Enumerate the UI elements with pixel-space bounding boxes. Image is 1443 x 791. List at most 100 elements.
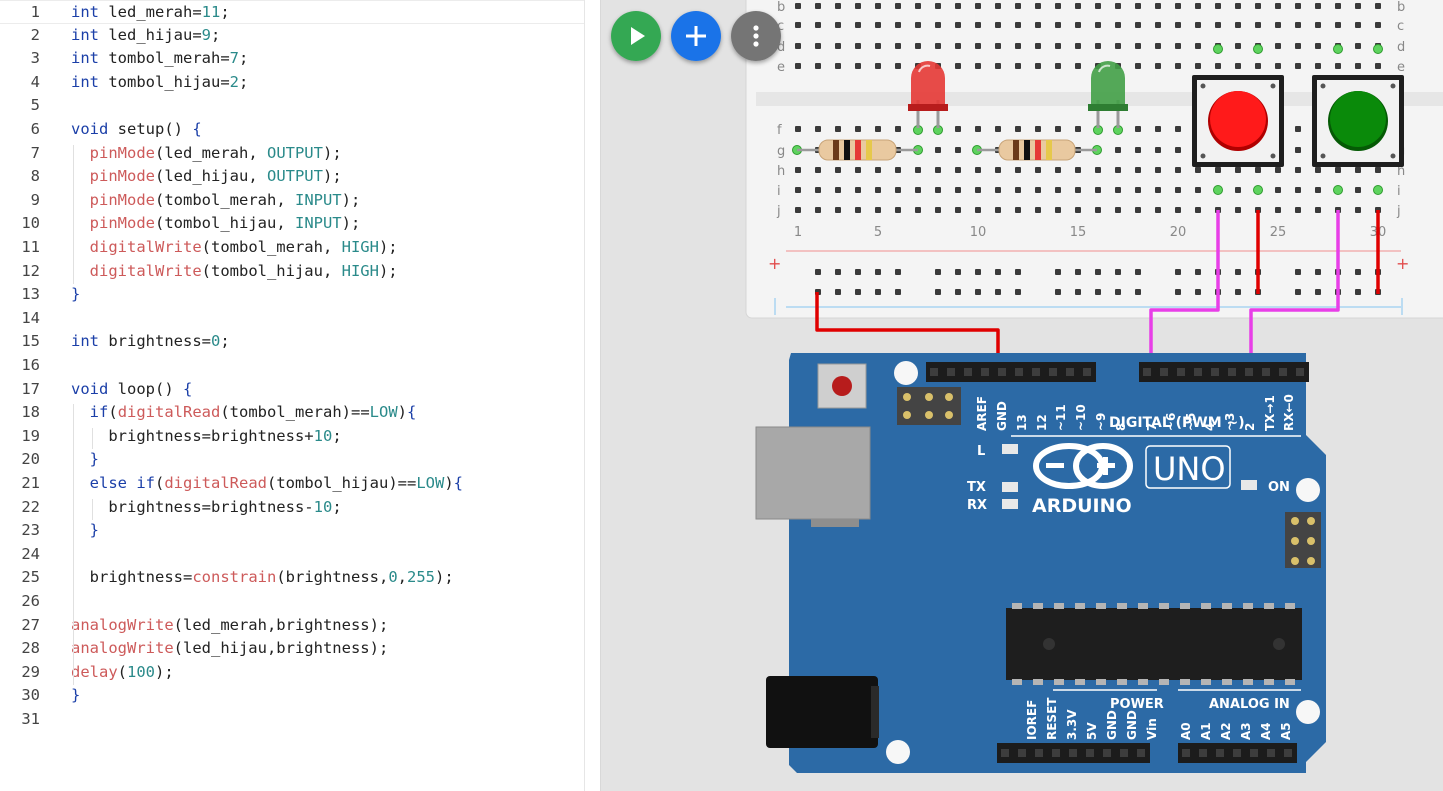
code-line[interactable]: 10 pinMode(tombol_hijau, INPUT); bbox=[0, 212, 584, 236]
code-text: if(digitalRead(tombol_merah)==LOW){ bbox=[71, 401, 417, 425]
code-line[interactable]: 8 pinMode(led_hijau, OUTPUT); bbox=[0, 165, 584, 189]
code-line[interactable]: 18 if(digitalRead(tombol_merah)==LOW){ bbox=[0, 401, 584, 425]
breadboard-hole bbox=[975, 289, 981, 295]
simulation-canvas[interactable]: ++bbccddeeffgghhiijj151015202530AREFGND1… bbox=[601, 0, 1443, 791]
code-line[interactable]: 20 } bbox=[0, 448, 584, 472]
code-line[interactable]: 21 else if(digitalRead(tombol_hijau)==LO… bbox=[0, 472, 584, 496]
code-line[interactable]: 25 brightness=constrain(brightness,0,255… bbox=[0, 566, 584, 590]
code-token: } bbox=[71, 686, 81, 705]
push-button[interactable] bbox=[1312, 75, 1404, 167]
header-socket bbox=[1001, 749, 1009, 757]
circuit-diagram[interactable]: ++bbccddeeffgghhiijj151015202530AREFGND1… bbox=[601, 0, 1443, 791]
button-screw bbox=[1320, 83, 1326, 89]
header-socket bbox=[1199, 749, 1207, 757]
code-line[interactable]: 7 pinMode(led_merah, OUTPUT); bbox=[0, 142, 584, 166]
header-socket bbox=[1279, 368, 1287, 376]
code-line[interactable]: 31 bbox=[0, 708, 584, 732]
code-line[interactable]: 27 analogWrite(led_merah,brightness); bbox=[0, 614, 584, 638]
code-line[interactable]: 12 digitalWrite(tombol_hijau, HIGH); bbox=[0, 260, 584, 284]
code-editor[interactable]: 1 int led_merah=11; 2 int led_hijau=9; 3 int … bbox=[0, 0, 601, 791]
breadboard-hole bbox=[815, 22, 821, 28]
code-token: INPUT bbox=[294, 190, 342, 209]
breadboard-hole bbox=[995, 126, 1001, 132]
code-line[interactable]: 24 bbox=[0, 543, 584, 567]
code-line[interactable]: 2 int led_hijau=9; bbox=[0, 24, 584, 48]
breadboard-hole bbox=[1055, 22, 1061, 28]
code-token: ; bbox=[332, 497, 342, 516]
code-line[interactable]: 17 void loop() { bbox=[0, 378, 584, 402]
code-token: 0 bbox=[210, 332, 221, 351]
code-text: int brightness=0; bbox=[71, 330, 230, 354]
resistor-band bbox=[1013, 140, 1019, 160]
column-number: 1 bbox=[794, 225, 802, 240]
code-line[interactable]: 29 delay(100); bbox=[0, 661, 584, 685]
play-icon bbox=[611, 11, 661, 61]
breadboard-hole bbox=[1275, 43, 1281, 49]
header-pin bbox=[945, 411, 953, 419]
chip-pin bbox=[1180, 603, 1190, 609]
arduino-uno-board[interactable]: AREF GND 13 12 ~11 ~10 ~9 8 7 ~6 ~5 4 ~3 2 TX→1 RX←0DIG… bbox=[755, 353, 1326, 773]
breadboard-hole bbox=[1315, 207, 1321, 213]
code-line[interactable]: 30} bbox=[0, 684, 584, 708]
digital-pin-label: RX←0 bbox=[1282, 394, 1296, 431]
code-line[interactable]: 16 bbox=[0, 354, 584, 378]
breadboard-hole bbox=[1195, 187, 1201, 193]
breadboard-hole bbox=[1015, 187, 1021, 193]
code-token: constrain bbox=[192, 568, 277, 587]
code-line[interactable]: 4 int tombol_hijau=2; bbox=[0, 71, 584, 95]
breadboard-hole bbox=[1135, 269, 1141, 275]
code-token: ; bbox=[220, 3, 230, 21]
breadboard-hole bbox=[1255, 63, 1261, 69]
code-line[interactable]: 26 bbox=[0, 590, 584, 614]
breadboard-hole bbox=[1015, 269, 1021, 275]
more-options-button[interactable] bbox=[731, 11, 781, 61]
digital-pin-label: ~9 bbox=[1094, 413, 1108, 431]
code-line[interactable]: 3 int tombol_merah=7; bbox=[0, 47, 584, 71]
add-part-button[interactable] bbox=[671, 11, 721, 61]
breadboard-hole bbox=[1055, 187, 1061, 193]
push-button[interactable] bbox=[1192, 75, 1284, 167]
code-line[interactable]: 22 brightness=brightness-10; bbox=[0, 496, 584, 520]
breadboard-hole bbox=[1155, 147, 1161, 153]
breadboard-hole bbox=[1095, 187, 1101, 193]
code-line[interactable]: 6 void setup() { bbox=[0, 118, 584, 142]
code-line[interactable]: 28 analogWrite(led_hijau,brightness); bbox=[0, 637, 584, 661]
code-token: HIGH bbox=[341, 238, 379, 256]
code-line[interactable]: 5 bbox=[0, 94, 584, 118]
header-socket bbox=[1143, 368, 1151, 376]
code-line[interactable]: 1 int led_merah=11; bbox=[0, 0, 584, 24]
code-text: pinMode(led_hijau, OUTPUT); bbox=[71, 165, 342, 189]
code-line[interactable]: 15 int brightness=0; bbox=[0, 330, 584, 354]
line-number: 3 bbox=[30, 49, 40, 68]
breadboard-hole bbox=[1175, 207, 1181, 213]
breadboard-hole bbox=[1155, 187, 1161, 193]
breadboard-hole bbox=[1295, 63, 1301, 69]
code-line[interactable]: 9 pinMode(tombol_merah, INPUT); bbox=[0, 189, 584, 213]
breadboard-hole bbox=[1195, 269, 1201, 275]
code-line[interactable]: 19 brightness=brightness+10; bbox=[0, 425, 584, 449]
code-line[interactable]: 13} bbox=[0, 283, 584, 307]
header-socket bbox=[981, 368, 989, 376]
header-socket bbox=[964, 368, 972, 376]
code-line[interactable]: 23 } bbox=[0, 519, 584, 543]
header-socket bbox=[1137, 749, 1145, 757]
breadboard-hole bbox=[1035, 126, 1041, 132]
code-token: ); bbox=[378, 238, 398, 256]
line-number: 16 bbox=[21, 356, 40, 374]
breadboard-hole bbox=[1195, 63, 1201, 69]
breadboard-hole bbox=[1155, 22, 1161, 28]
code-token: setup() bbox=[108, 120, 193, 138]
code-line[interactable]: 14 bbox=[0, 307, 584, 331]
breadboard-hole bbox=[935, 43, 941, 49]
resistor-band bbox=[1035, 140, 1041, 160]
line-number: 28 bbox=[21, 639, 40, 658]
header-socket bbox=[1284, 749, 1292, 757]
breadboard-hole bbox=[935, 187, 941, 193]
breadboard-hole bbox=[1095, 3, 1101, 9]
breadboard-hole bbox=[915, 43, 921, 49]
code-line[interactable]: 11 digitalWrite(tombol_merah, HIGH); bbox=[0, 236, 584, 260]
row-label: g bbox=[777, 144, 785, 159]
breadboard-hole bbox=[1115, 3, 1121, 9]
line-number: 31 bbox=[21, 710, 40, 728]
run-simulation-button[interactable] bbox=[611, 11, 661, 61]
